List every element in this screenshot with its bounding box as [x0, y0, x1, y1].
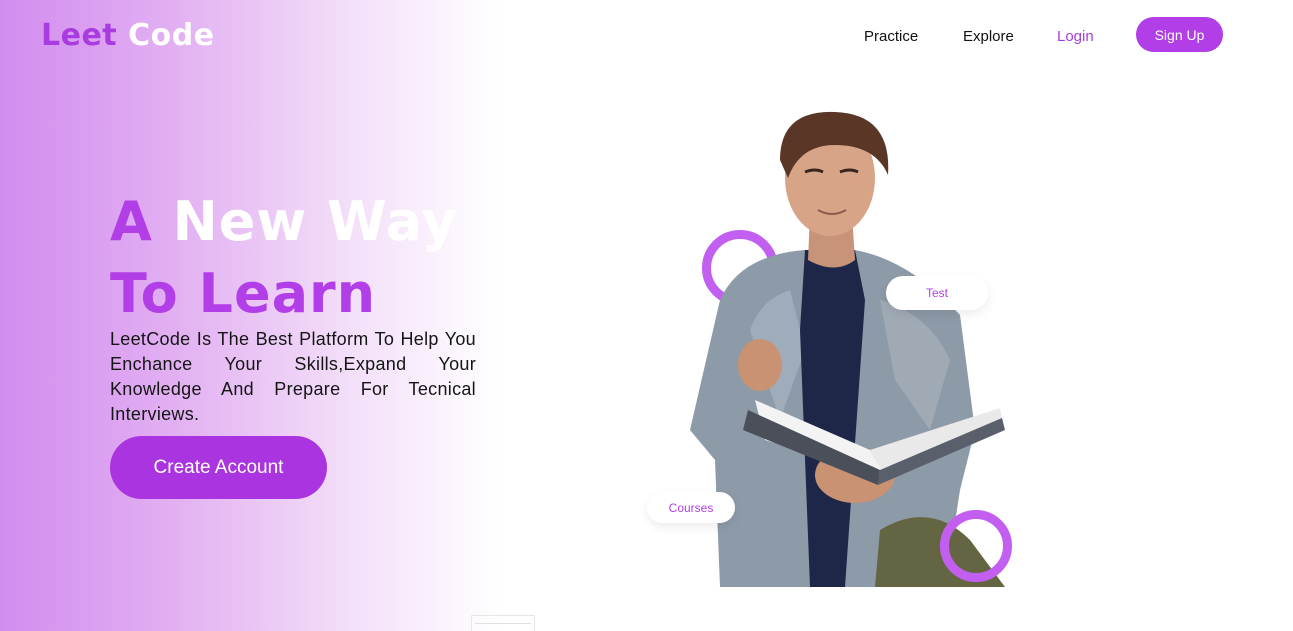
- logo-code: Code: [128, 18, 215, 53]
- brand-logo[interactable]: Leet Code: [41, 18, 215, 53]
- headline-rest: New Way: [172, 190, 458, 253]
- headline-first-word: A: [110, 190, 153, 253]
- preview-frame-line: [475, 623, 531, 624]
- test-badge[interactable]: Test: [886, 276, 988, 310]
- hero-description: LeetCode Is The Best Platform To Help Yo…: [110, 329, 476, 424]
- decorative-ring-bottom: [940, 510, 1012, 582]
- signup-button[interactable]: Sign Up: [1136, 17, 1223, 52]
- bottom-preview-frame: [471, 615, 535, 631]
- hero-headline: A New Way To Learn: [110, 186, 500, 330]
- logo-leet: Leet: [41, 18, 118, 53]
- nav-explore-link[interactable]: Explore: [963, 28, 1014, 45]
- nav-practice-link[interactable]: Practice: [864, 28, 918, 45]
- courses-badge[interactable]: Courses: [647, 492, 735, 523]
- nav-login-link[interactable]: Login: [1057, 28, 1094, 45]
- create-account-button[interactable]: Create Account: [110, 436, 327, 499]
- headline-line-2: To Learn: [110, 262, 377, 325]
